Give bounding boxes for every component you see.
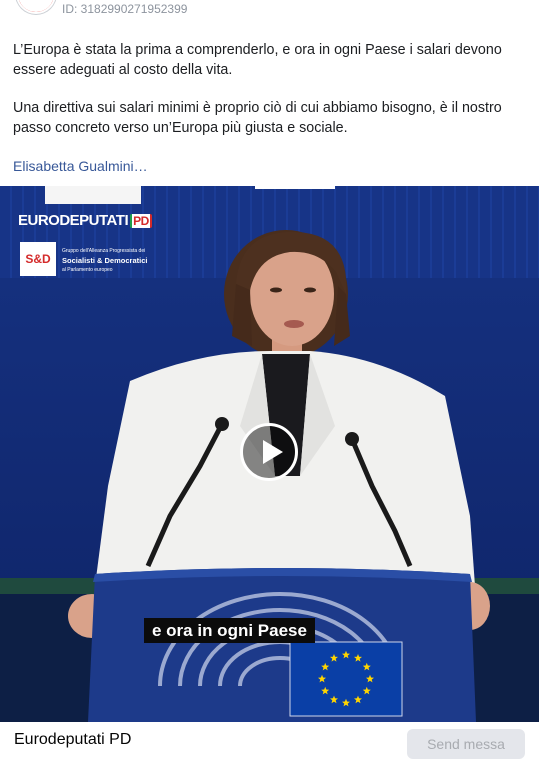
sd-caption-line-2: Socialisti & Democratici: [62, 256, 148, 265]
brand-text: EURODEPUTATI: [18, 212, 129, 229]
video-player[interactable]: EURODEPUTATI PD S&D Gruppo dell'Alleanza …: [0, 186, 539, 722]
eurodeputati-pd-logo: EURODEPUTATI PD: [18, 212, 152, 229]
page-avatar[interactable]: [16, 0, 56, 14]
pd-badge: PD: [130, 214, 152, 228]
page-name[interactable]: Eurodeputati PD: [14, 731, 131, 749]
sd-caption-line-3: al Parlamento europeo: [62, 267, 113, 273]
sd-logo: S&D: [20, 242, 56, 276]
see-more-link[interactable]: Elisabetta Gualmini…: [13, 158, 148, 174]
send-message-button[interactable]: Send messa: [407, 729, 525, 759]
post-text-paragraph-1: L’Europa è stata la prima a comprenderlo…: [13, 42, 502, 78]
play-icon[interactable]: [240, 423, 298, 481]
sd-caption-line-1: Gruppo dell'Alleanza Progressista dei: [62, 248, 146, 254]
post-text-paragraph-2: Una direttiva sui salari minimi è propri…: [13, 100, 502, 136]
video-subtitle: e ora in ogni Paese: [144, 618, 315, 643]
post-id-label: ID: 3182990271952399: [62, 2, 188, 16]
pd-badge-text: PD: [132, 214, 150, 228]
